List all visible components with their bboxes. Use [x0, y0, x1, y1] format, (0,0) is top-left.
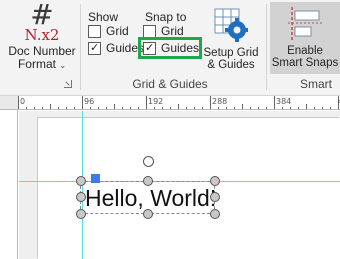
setup-grid-label-line2: & Guides — [207, 59, 255, 71]
resize-handle-left[interactable] — [76, 192, 86, 202]
resize-handle-bottom-right[interactable] — [210, 209, 220, 219]
anchor-handle[interactable] — [91, 174, 100, 183]
enable-smart-snaps-button[interactable]: Enable Smart Snaps — [270, 2, 340, 74]
snap-guides-highlight — [138, 37, 202, 59]
smart-snaps-label-line1: Enable — [287, 45, 323, 57]
ribbon: # N.x2 Doc Number Format ⌄ Show Grid Gui… — [0, 0, 340, 96]
group-separator — [266, 4, 267, 90]
show-grid-check-box[interactable] — [88, 24, 101, 38]
horizontal-ruler[interactable]: 0 96 192 288 384 48 — [18, 96, 340, 110]
setup-grid-label-line1: Setup Grid — [203, 47, 259, 59]
ruler-label: 96 — [84, 97, 95, 106]
show-guides-checkbox[interactable]: Guides — [88, 41, 144, 55]
rotation-handle[interactable] — [143, 156, 154, 167]
ruler-label: 288 — [212, 97, 228, 106]
ruler-label: 0 — [20, 97, 26, 106]
resize-handle-bottom[interactable] — [143, 209, 153, 219]
ruler-label: 384 — [276, 97, 292, 106]
smart-snaps-label: Enable Smart Snaps — [270, 45, 340, 69]
show-title: Show — [88, 10, 119, 24]
smart-snaps-label-line2: Smart Snaps — [271, 57, 339, 69]
snap-grid-label: Grid — [161, 24, 184, 38]
resize-handle-top-right[interactable] — [210, 176, 220, 186]
smart-group-title: Smart — [300, 77, 333, 91]
chevron-down-icon: ⌄ — [59, 61, 67, 70]
snap-grid-checkbox[interactable]: Grid — [143, 24, 184, 38]
doc-number-label-line2: Format ⌄ — [17, 57, 67, 71]
doc-number-format-label: Doc Number Format ⌄ — [4, 45, 80, 72]
ruler-corner — [0, 96, 18, 110]
show-grid-label: Grid — [106, 24, 129, 38]
ruler-label: 48 — [336, 97, 340, 106]
snap-to-title: Snap to — [145, 10, 187, 24]
show-guides-check-box[interactable] — [88, 41, 101, 55]
doc-number-sample: N.x2 — [24, 26, 60, 44]
grid-guides-group-title: Grid & Guides — [132, 77, 208, 91]
grid-gear-icon — [214, 8, 248, 42]
vertical-ruler[interactable] — [0, 110, 18, 259]
smart-snaps-icon — [288, 7, 322, 41]
snap-grid-check-box[interactable] — [143, 24, 156, 38]
resize-handle-top[interactable] — [143, 176, 153, 186]
ruler-ticks — [18, 96, 339, 109]
ruler-label: 192 — [148, 97, 164, 106]
resize-handle-top-left[interactable] — [76, 176, 86, 186]
resize-handle-bottom-left[interactable] — [76, 209, 86, 219]
show-grid-checkbox[interactable]: Grid — [88, 24, 129, 38]
doc-number-format-button[interactable]: # N.x2 Doc Number Format ⌄ — [4, 0, 80, 72]
dialog-launcher-icon[interactable] — [64, 80, 72, 88]
setup-grid-guides-button[interactable]: Setup Grid & Guides — [202, 4, 260, 72]
setup-grid-label: Setup Grid & Guides — [202, 47, 260, 71]
text-box-content[interactable]: Hello, World! — [85, 184, 216, 212]
resize-handle-right[interactable] — [210, 192, 220, 202]
